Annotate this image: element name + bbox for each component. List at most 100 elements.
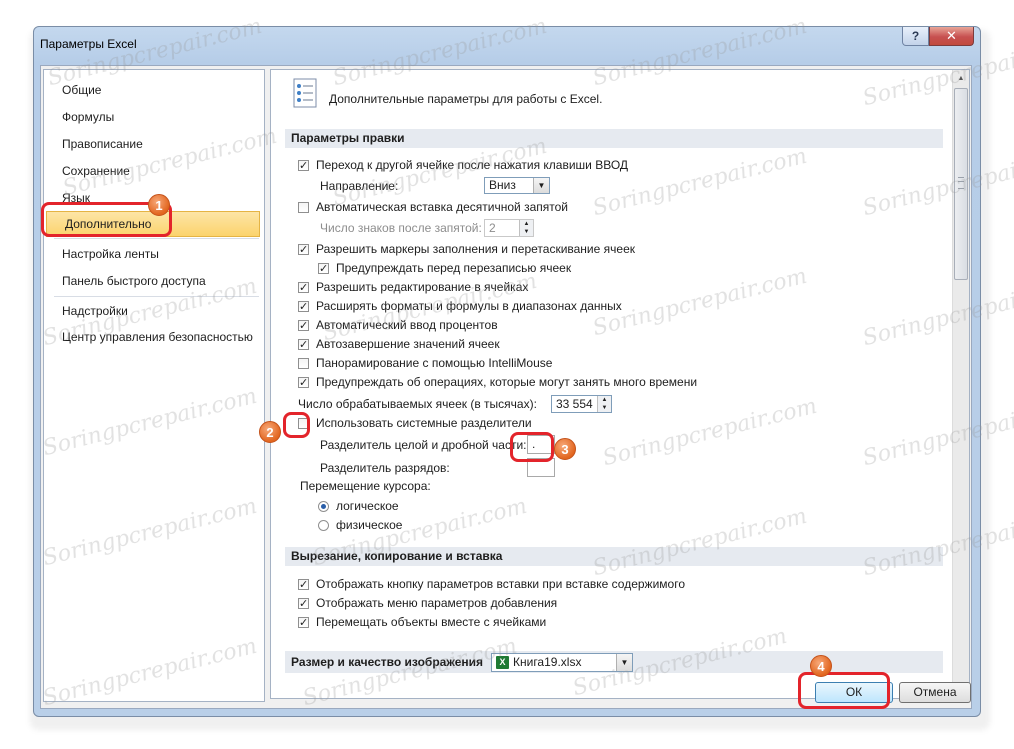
- cursor-logical-row[interactable]: логическое: [318, 498, 399, 514]
- spin-up-icon[interactable]: ▲: [597, 396, 611, 404]
- dialog-client: Общие Формулы Правописание Сохранение Яз…: [40, 65, 972, 709]
- paste-options-row[interactable]: Отображать кнопку параметров вставки при…: [298, 576, 685, 593]
- sidebar-item-add-ins[interactable]: Надстройки: [44, 298, 260, 324]
- decimal-places-value: 2: [489, 221, 496, 235]
- panel-title: Дополнительные параметры для работы с Ex…: [329, 92, 603, 106]
- decimal-separator-label: Разделитель целой и дробной части:: [320, 438, 527, 452]
- sidebar-item-save[interactable]: Сохранение: [44, 158, 260, 184]
- scroll-up-icon[interactable]: ▲: [954, 71, 968, 86]
- fill-handle-row[interactable]: Разрешить маркеры заполнения и перетаски…: [298, 241, 635, 258]
- extend-formats-row[interactable]: Расширять форматы и формулы в диапазонах…: [298, 298, 622, 315]
- intellimouse-checkbox[interactable]: [298, 358, 309, 369]
- window-title: Параметры Excel: [40, 37, 137, 51]
- intellimouse-label: Панорамирование с помощью IntelliMouse: [316, 356, 553, 370]
- image-size-label: Размер и качество изображения: [291, 655, 483, 669]
- move-after-enter-label: Переход к другой ячейке после нажатия кл…: [316, 158, 629, 172]
- edit-in-cells-checkbox[interactable]: [298, 280, 309, 296]
- annotation-badge-1: 1: [148, 194, 170, 216]
- sidebar-item-quick-access-toolbar[interactable]: Панель быстрого доступа: [44, 268, 260, 294]
- use-system-separators-row[interactable]: Использовать системные разделители: [298, 415, 532, 431]
- decimal-places-spinner[interactable]: 2 ▲ ▼: [484, 219, 534, 237]
- move-objects-checkbox[interactable]: [298, 615, 309, 631]
- paste-options-checkbox[interactable]: [298, 577, 309, 593]
- annotation-badge-3: 3: [554, 438, 576, 460]
- autocomplete-label: Автозавершение значений ячеек: [316, 337, 500, 351]
- chevron-down-icon[interactable]: ▼: [533, 178, 549, 193]
- highlight-decimal-separator: [510, 432, 554, 462]
- auto-percent-label: Автоматический ввод процентов: [316, 318, 498, 332]
- section-cut-copy-paste: Вырезание, копирование и вставка: [285, 547, 943, 566]
- sidebar-item-trust-center[interactable]: Центр управления безопасностью: [44, 324, 260, 350]
- auto-decimal-label: Автоматическая вставка десятичной запято…: [316, 200, 568, 214]
- alert-long-ops-checkbox[interactable]: [298, 375, 309, 391]
- spin-up-icon[interactable]: ▲: [519, 220, 533, 228]
- sidebar-item-formulas[interactable]: Формулы: [44, 104, 260, 130]
- move-objects-label: Перемещать объекты вместе с ячейками: [316, 615, 547, 629]
- spin-down-icon[interactable]: ▼: [597, 404, 611, 412]
- use-system-separators-label: Использовать системные разделители: [316, 416, 532, 430]
- close-button[interactable]: ✕: [929, 27, 974, 46]
- cursor-visual-radio[interactable]: [318, 520, 329, 531]
- autocomplete-checkbox[interactable]: [298, 337, 309, 353]
- fill-handle-label: Разрешить маркеры заполнения и перетаски…: [316, 242, 635, 256]
- move-after-enter-checkbox[interactable]: [298, 158, 309, 174]
- sidebar-item-customize-ribbon[interactable]: Настройка ленты: [44, 241, 260, 267]
- content-scrollbar[interactable]: ▲ ▼: [952, 70, 969, 698]
- highlight-ok: [798, 672, 890, 709]
- insert-options-row[interactable]: Отображать меню параметров добавления: [298, 595, 557, 612]
- autocomplete-row[interactable]: Автозавершение значений ячеек: [298, 336, 500, 353]
- alert-overwrite-row[interactable]: Предупреждать перед перезаписью ячеек: [318, 260, 571, 277]
- intellimouse-row[interactable]: Панорамирование с помощью IntelliMouse: [298, 355, 552, 371]
- options-list-icon: [293, 78, 317, 108]
- chevron-down-icon[interactable]: ▼: [616, 654, 632, 671]
- sidebar-divider: [54, 296, 259, 297]
- help-button[interactable]: ?: [902, 27, 929, 46]
- sidebar-item-proofing[interactable]: Правописание: [44, 131, 260, 157]
- direction-label: Направление:: [320, 179, 399, 193]
- title-bar: Параметры Excel ? ✕: [34, 27, 980, 61]
- section-editing-options: Параметры правки: [285, 129, 943, 148]
- alert-overwrite-checkbox[interactable]: [318, 261, 329, 277]
- cells-count-value: 33 554: [556, 397, 593, 411]
- move-after-enter-row[interactable]: Переход к другой ячейке после нажатия кл…: [298, 157, 629, 174]
- scroll-thumb[interactable]: [954, 88, 968, 280]
- decimal-places-label: Число знаков после запятой:: [320, 221, 482, 235]
- highlight-system-separators: [283, 412, 310, 438]
- workbook-select[interactable]: X Книга19.xlsx ▼: [491, 653, 633, 672]
- auto-percent-row[interactable]: Автоматический ввод процентов: [298, 317, 498, 334]
- cursor-movement-label: Перемещение курсора:: [300, 479, 431, 493]
- alert-long-ops-label: Предупреждать об операциях, которые могу…: [316, 375, 698, 389]
- auto-decimal-row[interactable]: Автоматическая вставка десятичной запято…: [298, 199, 568, 215]
- move-objects-row[interactable]: Перемещать объекты вместе с ячейками: [298, 614, 547, 631]
- insert-options-checkbox[interactable]: [298, 596, 309, 612]
- cursor-logical-label: логическое: [336, 499, 399, 513]
- cursor-logical-radio[interactable]: [318, 501, 329, 512]
- spin-down-icon[interactable]: ▼: [519, 228, 533, 236]
- category-sidebar: Общие Формулы Правописание Сохранение Яз…: [43, 69, 265, 702]
- extend-formats-checkbox[interactable]: [298, 299, 309, 315]
- direction-select[interactable]: Вниз ▼: [484, 177, 550, 194]
- excel-options-dialog: Параметры Excel ? ✕ Общие Формулы Правоп…: [33, 26, 981, 717]
- cursor-visual-label: физическое: [336, 518, 403, 532]
- paste-options-label: Отображать кнопку параметров вставки при…: [316, 577, 685, 591]
- auto-decimal-checkbox[interactable]: [298, 202, 309, 213]
- alert-long-ops-row[interactable]: Предупреждать об операциях, которые могу…: [298, 374, 698, 391]
- workbook-value: Книга19.xlsx: [513, 655, 582, 669]
- cursor-visual-row[interactable]: физическое: [318, 517, 402, 533]
- excel-file-icon: X: [496, 656, 509, 670]
- fill-handle-checkbox[interactable]: [298, 242, 309, 258]
- extend-formats-label: Расширять форматы и формулы в диапазонах…: [316, 299, 622, 313]
- advanced-options-panel: Дополнительные параметры для работы с Ex…: [270, 69, 970, 699]
- edit-in-cells-label: Разрешить редактирование в ячейках: [316, 280, 529, 294]
- cells-count-label: Число обрабатываемых ячеек (в тысячах):: [298, 397, 537, 411]
- edit-in-cells-row[interactable]: Разрешить редактирование в ячейках: [298, 279, 529, 296]
- direction-value: Вниз: [489, 178, 516, 192]
- grip-icon: [958, 177, 964, 189]
- annotation-badge-4: 4: [810, 655, 832, 677]
- sidebar-divider: [54, 238, 259, 239]
- sidebar-item-general[interactable]: Общие: [44, 77, 260, 103]
- auto-percent-checkbox[interactable]: [298, 318, 309, 334]
- cancel-button[interactable]: Отмена: [899, 682, 971, 703]
- thousands-separator-label: Разделитель разрядов:: [320, 461, 450, 475]
- cells-count-spinner[interactable]: 33 554 ▲ ▼: [551, 395, 612, 413]
